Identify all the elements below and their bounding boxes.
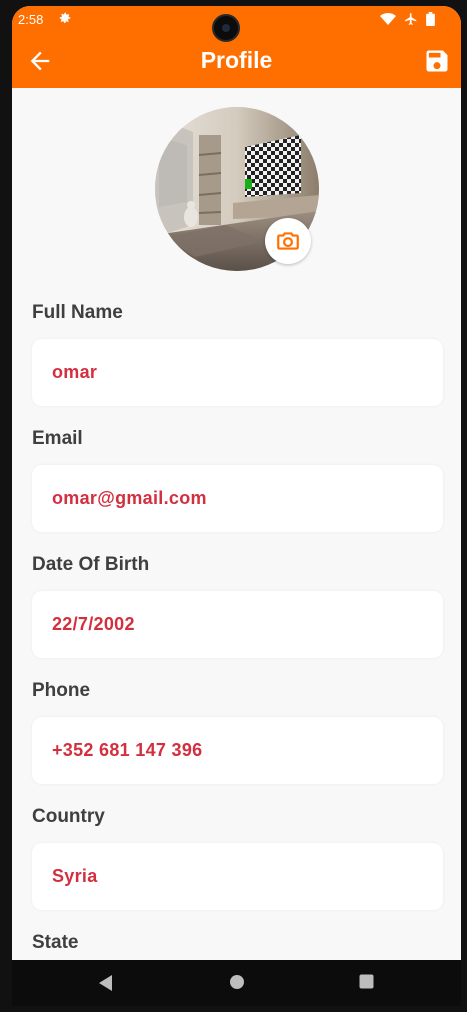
field-date-of-birth: Date Of Birth 22/7/2002: [32, 554, 443, 680]
field-value: Syria: [52, 866, 98, 886]
screen: 2:58 Profile Full Name omar Email omar@g…: [12, 6, 461, 1006]
field-country: Country Syria: [32, 806, 443, 932]
field-value: 22/7/2002: [52, 614, 135, 634]
field-label: Email: [32, 428, 83, 449]
page-title: Profile: [200, 47, 273, 73]
camera-icon: [277, 232, 299, 250]
status-time: 2:58: [18, 12, 44, 27]
field-value: omar: [52, 362, 98, 382]
field-value: omar@gmail.com: [52, 488, 207, 508]
date-of-birth-input[interactable]: 22/7/2002: [32, 591, 443, 658]
field-email: Email omar@gmail.com: [32, 428, 443, 554]
airplane-icon: [405, 13, 417, 25]
field-label: Phone: [32, 680, 91, 701]
full-name-input[interactable]: omar: [32, 339, 443, 406]
field-label: Date Of Birth: [32, 554, 150, 575]
status-icons: [380, 12, 435, 26]
floppy-disk-icon[interactable]: [423, 47, 451, 75]
field-value: +352 681 147 396: [52, 740, 203, 760]
email-input[interactable]: omar@gmail.com: [32, 465, 443, 532]
phone-input[interactable]: +352 681 147 396: [32, 717, 443, 784]
field-phone: Phone +352 681 147 396: [32, 680, 443, 806]
avatar-section: [155, 107, 319, 271]
country-input[interactable]: Syria: [32, 843, 443, 910]
wifi-icon: [380, 13, 396, 25]
field-label: Country: [32, 806, 105, 827]
field-label: State: [32, 932, 79, 953]
battery-icon: [426, 12, 435, 26]
home-circle-icon[interactable]: [229, 974, 245, 990]
field-full-name: Full Name omar: [32, 302, 443, 428]
profile-form: Full Name omar Email omar@gmail.com Date…: [32, 302, 443, 1006]
recents-square-icon[interactable]: [359, 974, 374, 989]
field-label: Full Name: [32, 302, 123, 323]
system-nav-bar: [12, 960, 461, 1006]
change-photo-button[interactable]: [265, 218, 311, 264]
gear-icon: [59, 12, 71, 24]
front-camera: [212, 14, 240, 42]
app-bar: Profile: [12, 34, 461, 88]
device-frame: 2:58 Profile Full Name omar Email omar@g…: [0, 0, 467, 1012]
back-triangle-icon[interactable]: [98, 974, 114, 992]
